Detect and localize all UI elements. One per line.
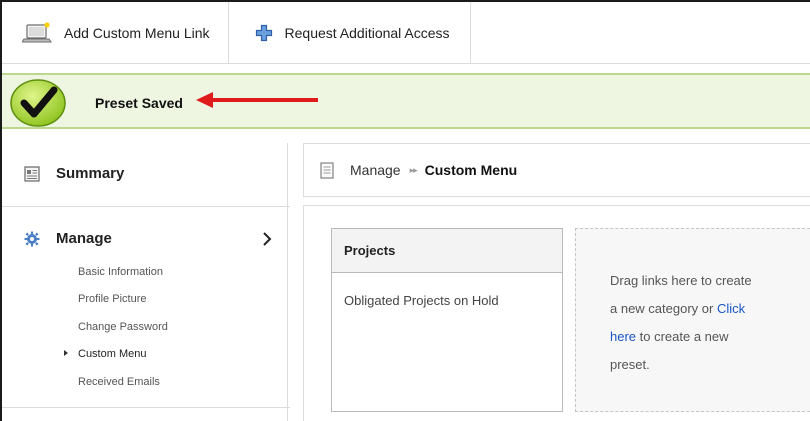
status-message: Preset Saved: [95, 95, 183, 111]
plus-icon: [255, 24, 273, 42]
add-custom-menu-link-button[interactable]: Add Custom Menu Link: [2, 2, 229, 63]
dropzone-text-line: here to create a new: [610, 329, 729, 344]
sidebar-subitem-profile-picture[interactable]: Profile Picture: [78, 293, 146, 305]
top-toolbar: Add Custom Menu Link Request Additional …: [2, 2, 810, 64]
create-preset-link[interactable]: Click: [717, 301, 745, 316]
drop-zone[interactable]: Drag links here to create a new category…: [575, 228, 810, 412]
dropzone-text: to create a new: [636, 329, 729, 344]
sidebar-divider: [2, 407, 290, 408]
sidebar-subitem-change-password[interactable]: Change Password: [78, 321, 168, 333]
create-preset-link[interactable]: here: [610, 329, 636, 344]
active-bullet-icon: [64, 350, 68, 356]
gear-icon: [24, 231, 40, 247]
breadcrumb-parent[interactable]: Manage: [350, 162, 401, 178]
sidebar-subitem-custom-menu[interactable]: Custom Menu: [78, 348, 146, 360]
chevron-right-icon[interactable]: [261, 231, 273, 252]
sidebar-divider: [2, 206, 290, 207]
add-custom-menu-link-label: Add Custom Menu Link: [64, 24, 210, 41]
sidebar: Summary Manage Basic Information Profile…: [2, 143, 290, 421]
breadcrumb-separator: ▸▸: [409, 164, 418, 175]
arrow-left-icon: [196, 91, 320, 114]
sidebar-item-manage[interactable]: Manage: [24, 230, 112, 247]
checkmark-icon: [10, 79, 70, 132]
page-icon: [320, 161, 334, 179]
dropzone-text: a new category or: [610, 301, 717, 316]
sidebar-subitem-basic-information[interactable]: Basic Information: [78, 266, 163, 278]
projects-category-box: Projects Obligated Projects on Hold: [331, 228, 563, 412]
projects-header[interactable]: Projects: [332, 229, 562, 273]
laptop-icon: [22, 21, 52, 44]
dropzone-text-line: preset.: [610, 357, 650, 372]
sidebar-subitem-received-emails[interactable]: Received Emails: [78, 376, 160, 388]
dropzone-text-line: a new category or Click: [610, 301, 745, 316]
dropzone-text-line: Drag links here to create: [610, 273, 752, 288]
sidebar-item-summary[interactable]: Summary: [24, 165, 124, 182]
breadcrumb-current: Custom Menu: [424, 162, 518, 178]
summary-label: Summary: [56, 165, 125, 182]
breadcrumb: Manage ▸▸ Custom Menu: [303, 143, 810, 197]
menu-link-item[interactable]: Obligated Projects on Hold: [332, 273, 562, 308]
request-additional-access-button[interactable]: Request Additional Access: [229, 2, 471, 63]
manage-label: Manage: [56, 230, 112, 247]
summary-icon: [24, 165, 40, 182]
request-additional-access-label: Request Additional Access: [284, 24, 450, 41]
status-bar: Preset Saved: [2, 73, 810, 129]
